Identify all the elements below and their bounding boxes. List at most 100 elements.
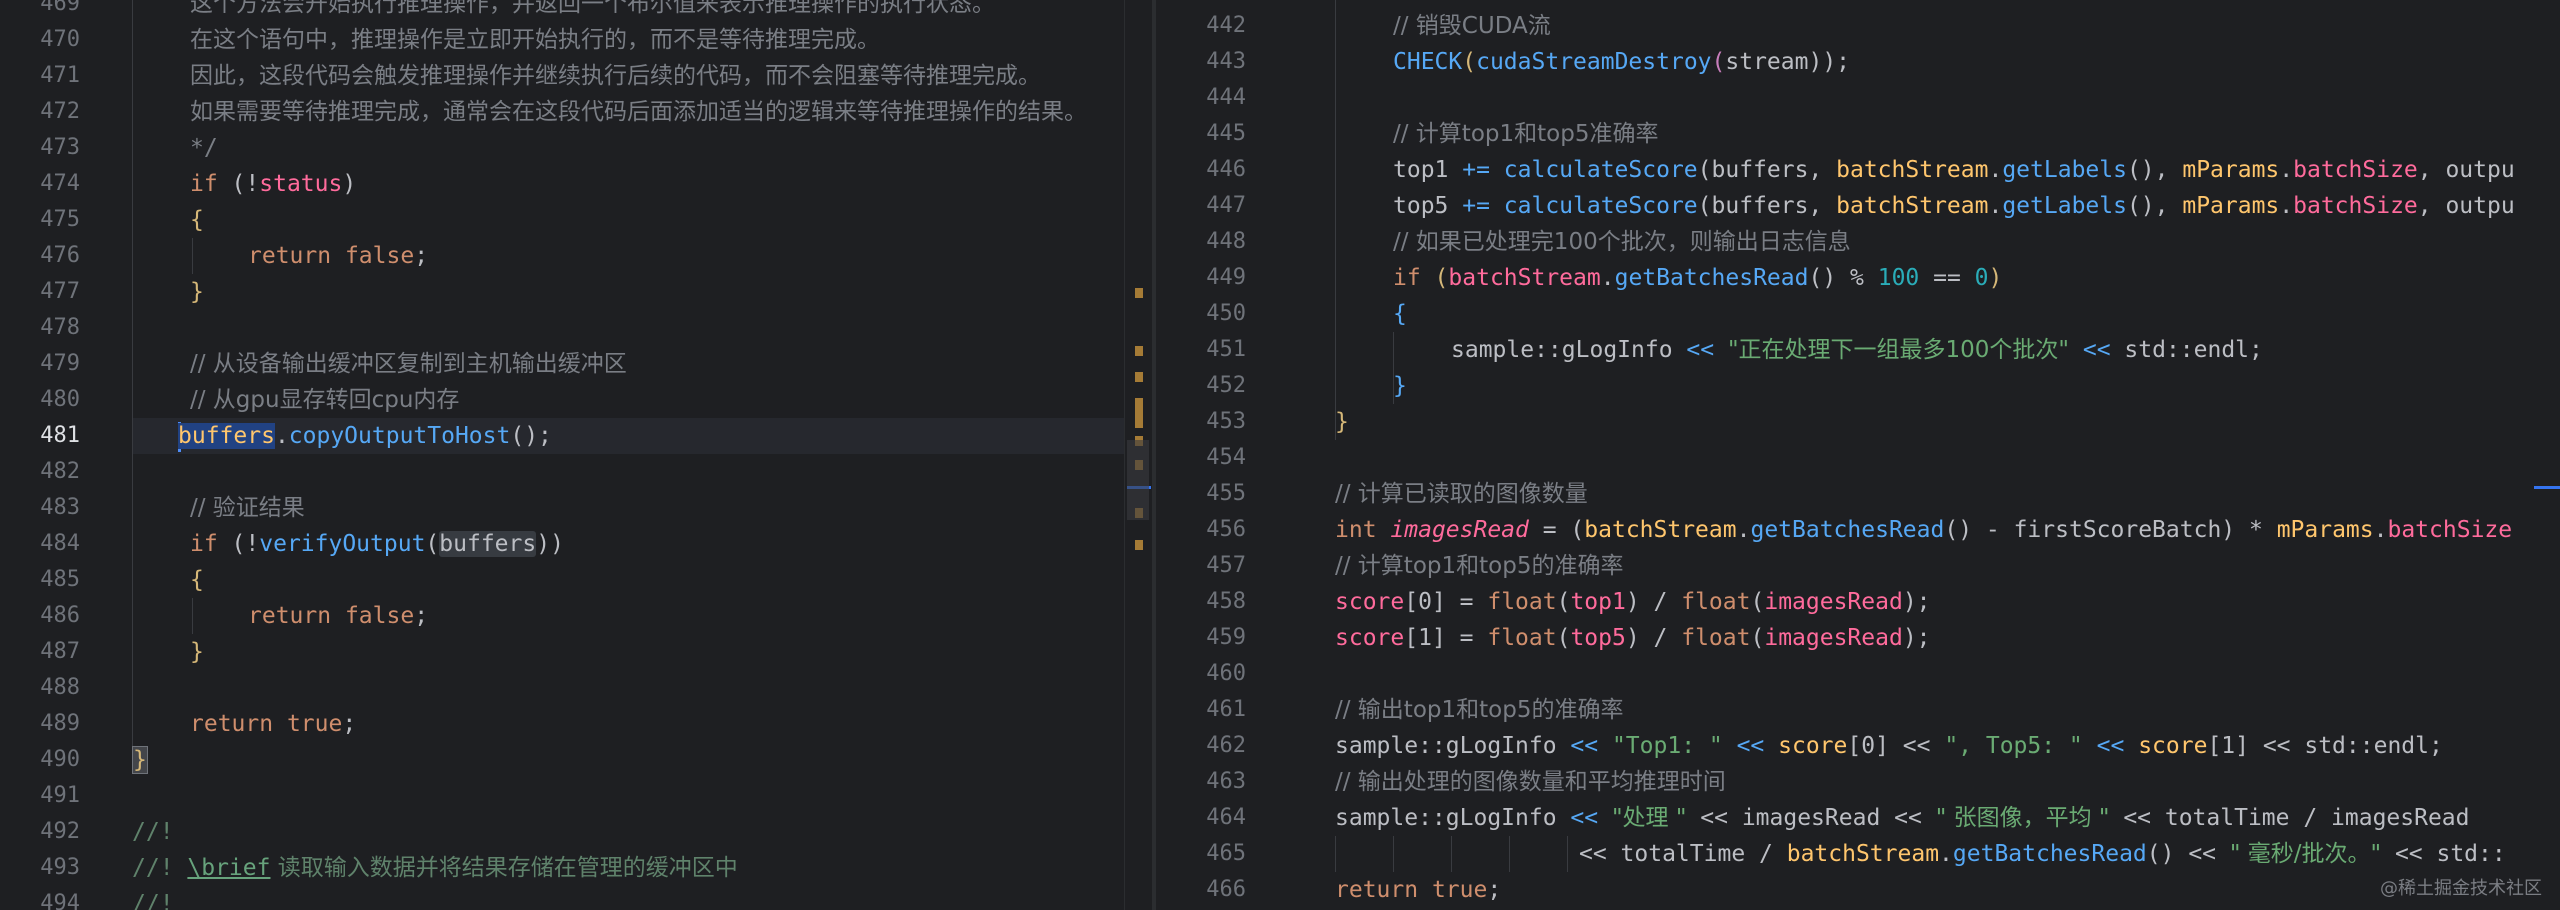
code-token: (: [1556, 589, 1571, 615]
code-line[interactable]: int imagesRead = (batchStream.getBatches…: [1335, 512, 2560, 548]
code-token: getLabels: [2002, 157, 2127, 183]
line-number: 458: [1206, 589, 1246, 614]
code-line[interactable]: 因此，这段代码会触发推理操作并继续执行后续的代码，而不会阻塞等待推理完成。: [190, 58, 1124, 94]
code-line[interactable]: score[1] = float(top5) / float(imagesRea…: [1335, 620, 2560, 656]
change-marker[interactable]: [1135, 540, 1143, 550]
code-line[interactable]: 这个方法会开始执行推理操作，并返回一个布尔值来表示推理操作的执行状态。: [190, 0, 1124, 22]
line-number: 488: [40, 675, 80, 700]
code-token: batchSize: [2387, 517, 2513, 543]
code-token: () %: [1808, 265, 1878, 291]
code-line[interactable]: //! \brief 读取输入数据并将结果存储在管理的缓冲区中: [132, 850, 1124, 886]
left-scrollbar-marker-strip[interactable]: [1124, 0, 1153, 910]
code-line[interactable]: }: [190, 634, 1124, 670]
right-editor-pane[interactable]: 442 443 444 445 446 447 448 449 450 451 …: [1156, 0, 2560, 910]
code-line[interactable]: {: [1393, 296, 2560, 332]
code-line[interactable]: // 输出top1和top5的准确率: [1335, 692, 2560, 728]
line-number: 477: [40, 279, 80, 304]
line-number: 466: [1206, 877, 1246, 902]
line-number: 493: [40, 855, 80, 880]
code-line[interactable]: if (!status): [190, 166, 1124, 202]
code-token: true: [286, 711, 343, 737]
line-number: 473: [40, 135, 80, 160]
line-number: 471: [40, 63, 80, 88]
code-line[interactable]: //!: [132, 886, 1124, 910]
code-line[interactable]: 在这个语句中，推理操作是立即开始执行的，而不是等待推理完成。: [190, 22, 1124, 58]
line-number: 485: [40, 567, 80, 592]
code-token: ): [342, 171, 357, 197]
code-token: score: [1778, 733, 1848, 759]
code-comment: 这个方法会开始执行推理操作，并返回一个布尔值来表示推理操作的执行状态。: [190, 0, 995, 17]
code-line[interactable]: // 计算已读取的图像数量: [1335, 476, 2560, 512]
right-line-number-gutter[interactable]: 442 443 444 445 446 447 448 449 450 451 …: [1156, 0, 1266, 910]
line-number: 472: [40, 99, 80, 124]
code-line[interactable]: {: [190, 202, 1124, 238]
code-comment: 因此，这段代码会触发推理操作并继续执行后续的代码，而不会阻塞等待推理完成。: [190, 63, 1041, 89]
line-number: 465: [1206, 841, 1246, 866]
code-line[interactable]: */: [190, 130, 1124, 166]
code-line[interactable]: return true;: [190, 706, 1124, 742]
code-line[interactable]: score[0] = float(top1) / float(imagesRea…: [1335, 584, 2560, 620]
code-line[interactable]: // 输出处理的图像数量和平均推理时间: [1335, 764, 2560, 800]
indent-guide: [192, 598, 193, 634]
change-marker[interactable]: [1135, 288, 1143, 298]
code-line[interactable]: }: [1393, 368, 2560, 404]
left-editor-pane[interactable]: 469 470 471 472 473 474 475 476 477 478 …: [0, 0, 1124, 910]
code-line[interactable]: // 从设备输出缓冲区复制到主机输出缓冲区: [190, 346, 1124, 382]
code-token: ): [1988, 265, 2003, 291]
code-line[interactable]: // 从gpu显存转回cpu内存: [190, 382, 1124, 418]
code-line[interactable]: return false;: [248, 598, 1124, 634]
code-token: verifyOutput: [259, 531, 426, 557]
code-line[interactable]: // 验证结果: [190, 490, 1124, 526]
code-line[interactable]: // 如果已处理完100个批次，则输出日志信息: [1393, 224, 2560, 260]
left-line-number-gutter[interactable]: 469 470 471 472 473 474 475 476 477 478 …: [0, 0, 100, 910]
code-token: ;: [342, 711, 357, 737]
code-line[interactable]: CHECK(cudaStreamDestroy(stream));: [1393, 44, 2560, 80]
code-token: }: [1393, 373, 1407, 399]
line-number: 443: [1206, 49, 1246, 74]
indent-guide: [1567, 836, 1568, 872]
code-line[interactable]: // 计算top1和top5准确率: [1393, 116, 2560, 152]
code-token: float: [1487, 625, 1557, 651]
right-code-area[interactable]: // 销毁CUDA流 CHECK(cudaStreamDestroy(strea…: [1335, 0, 2560, 910]
change-marker[interactable]: [1135, 398, 1143, 428]
code-line[interactable]: top5 += calculateScore(buffers, batchStr…: [1393, 188, 2560, 224]
code-comment: // 如果已处理完100个批次，则输出日志信息: [1393, 229, 1851, 255]
code-comment: // 从gpu显存转回cpu内存: [190, 387, 460, 413]
line-number: 479: [40, 351, 80, 376]
change-marker[interactable]: [1135, 372, 1143, 382]
code-line-current[interactable]: buffers.copyOutputToHost();: [178, 418, 1124, 454]
code-token: return: [190, 711, 274, 737]
code-line[interactable]: }: [1335, 404, 2560, 440]
line-number: 460: [1206, 661, 1246, 686]
code-token: batchStream: [1448, 265, 1601, 291]
code-comment: // 从设备输出缓冲区复制到主机输出缓冲区: [190, 351, 627, 377]
code-line[interactable]: sample::gLogInfo << "正在处理下一组最多100个批次" <<…: [1451, 332, 2560, 368]
code-line[interactable]: return false;: [248, 238, 1124, 274]
code-line[interactable]: sample::gLogInfo << "处理 " << imagesRead …: [1335, 800, 2560, 836]
code-line[interactable]: // 计算top1和top5的准确率: [1335, 548, 2560, 584]
doc-comment: 读取输入数据并将结果存储在管理的缓冲区中: [270, 855, 738, 881]
code-token: .: [1939, 841, 1953, 867]
code-line[interactable]: 如果需要等待推理完成，通常会在这段代码后面添加适当的逻辑来等待推理操作的结果。: [190, 94, 1124, 130]
code-line[interactable]: << totalTime / batchStream.getBatchesRea…: [1579, 836, 2560, 872]
code-token: return: [248, 243, 332, 269]
scrollbar-thumb[interactable]: [1127, 440, 1149, 520]
code-line[interactable]: if (batchStream.getBatchesRead() % 100 =…: [1393, 260, 2560, 296]
code-line[interactable]: // 销毁CUDA流: [1393, 8, 2560, 44]
change-marker[interactable]: [1135, 346, 1143, 356]
code-line[interactable]: {: [190, 562, 1124, 598]
code-comment: // 销毁CUDA流: [1393, 13, 1551, 39]
code-line[interactable]: }: [132, 742, 1124, 778]
code-line[interactable]: //!: [132, 814, 1124, 850]
code-line[interactable]: return true;: [1335, 872, 2560, 908]
line-number: 456: [1206, 517, 1246, 542]
code-line[interactable]: sample::gLogInfo << "Top1: " << score[0]…: [1335, 728, 2560, 764]
code-token: , outpu: [2417, 193, 2515, 219]
code-token: <<: [1722, 733, 1779, 759]
code-line[interactable]: top1 += calculateScore(buffers, batchStr…: [1393, 152, 2560, 188]
left-code-area[interactable]: 这个方法会开始执行推理操作，并返回一个布尔值来表示推理操作的执行状态。 在这个语…: [132, 0, 1124, 910]
scroll-position-marker[interactable]: [2534, 486, 2560, 489]
code-line[interactable]: }: [190, 274, 1124, 310]
code-line[interactable]: if (!verifyOutput(buffers)): [190, 526, 1124, 562]
doc-comment: //!: [132, 819, 174, 845]
